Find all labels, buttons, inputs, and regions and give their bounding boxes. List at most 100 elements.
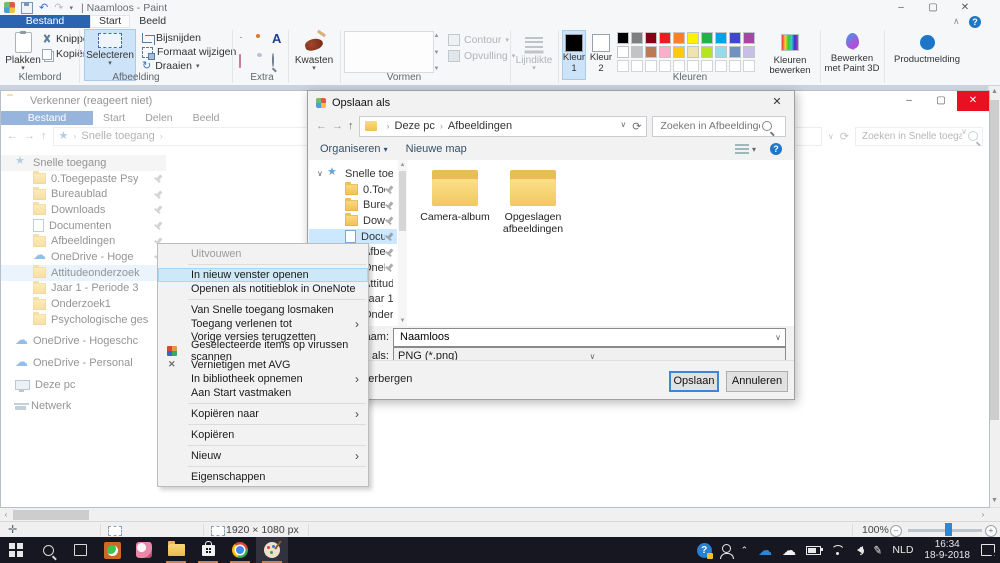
palette-color[interactable] bbox=[673, 60, 685, 72]
palette-color[interactable] bbox=[645, 60, 657, 72]
context-menu-item[interactable]: Openen als notitieblok in OneNote bbox=[158, 282, 368, 296]
palette-color[interactable] bbox=[743, 60, 755, 72]
people-tray-icon[interactable] bbox=[717, 537, 736, 563]
address-dropdown-icon[interactable]: ∨ bbox=[620, 120, 626, 133]
paint-tab-bestand[interactable]: Bestand bbox=[0, 15, 90, 28]
expander-icon[interactable]: ∨ bbox=[317, 169, 327, 178]
undo-icon[interactable]: ↶ bbox=[39, 3, 48, 13]
context-menu-item[interactable] bbox=[188, 445, 366, 446]
start-button[interactable] bbox=[0, 537, 32, 563]
shape-item[interactable] bbox=[347, 58, 358, 70]
rotate-button[interactable]: ↻ Draaien ▾ bbox=[142, 60, 200, 72]
context-menu-item[interactable]: Vernietigen met AVG bbox=[158, 358, 368, 372]
shape-item[interactable] bbox=[358, 33, 369, 45]
scroll-down-arrow[interactable]: ▼ bbox=[989, 495, 1000, 507]
line-width-button[interactable]: Lijndikte ▾ bbox=[514, 29, 554, 81]
palette-color[interactable] bbox=[631, 60, 643, 72]
scroll-right-arrow[interactable]: › bbox=[977, 508, 989, 521]
scroll-up-arrow[interactable]: ▲ bbox=[989, 86, 1000, 98]
palette-color[interactable] bbox=[673, 46, 685, 58]
tree-scrollbar[interactable]: ▲ ▼ bbox=[398, 160, 407, 326]
brushes-button[interactable]: Kwasten ▾ bbox=[292, 29, 336, 81]
palette-color[interactable] bbox=[687, 60, 699, 72]
zoom-in-button[interactable]: + bbox=[985, 525, 997, 537]
shape-item[interactable] bbox=[347, 45, 358, 57]
shape-item[interactable] bbox=[413, 58, 424, 70]
zoom-slider-thumb[interactable] bbox=[945, 523, 952, 536]
new-folder-button[interactable]: Nieuwe map bbox=[406, 143, 467, 155]
palette-color[interactable] bbox=[701, 60, 713, 72]
shape-item[interactable] bbox=[413, 45, 424, 57]
breadcrumb-afbeeldingen[interactable]: Afbeeldingen bbox=[448, 120, 512, 132]
palette-color[interactable] bbox=[631, 46, 643, 58]
tree-scroll-down[interactable]: ▼ bbox=[398, 316, 407, 326]
shape-item[interactable] bbox=[413, 33, 424, 45]
cloud-tray-icon[interactable]: ☁ bbox=[777, 537, 801, 563]
context-menu-item[interactable]: Kopiëren naar bbox=[158, 407, 368, 421]
paint-minimize-button[interactable]: – bbox=[886, 0, 916, 15]
palette-color[interactable] bbox=[645, 32, 657, 44]
explorer-maximize-button[interactable]: ▢ bbox=[925, 91, 957, 111]
context-menu-item[interactable]: Toegang verlenen tot bbox=[158, 317, 368, 331]
shape-item[interactable] bbox=[402, 58, 413, 70]
context-menu-item[interactable] bbox=[188, 264, 366, 265]
forward-icon[interactable]: → bbox=[332, 120, 343, 132]
palette-color[interactable] bbox=[673, 32, 685, 44]
palette-color[interactable] bbox=[715, 46, 727, 58]
palette-color[interactable] bbox=[715, 60, 727, 72]
paint-close-button[interactable]: ✕ bbox=[950, 0, 980, 15]
tree-item[interactable]: ∨ 0.Toegepaste bbox=[309, 182, 397, 198]
palette-color[interactable] bbox=[743, 32, 755, 44]
palette-color[interactable] bbox=[743, 46, 755, 58]
save-button[interactable]: Opslaan bbox=[669, 371, 719, 392]
palette-color[interactable] bbox=[715, 32, 727, 44]
palette-color[interactable] bbox=[729, 32, 741, 44]
palette-color[interactable] bbox=[659, 60, 671, 72]
vertical-scroll-thumb[interactable] bbox=[990, 100, 999, 420]
refresh-icon[interactable]: ⟳ bbox=[632, 120, 641, 133]
product-alert-button[interactable]: Productmelding bbox=[888, 30, 966, 65]
shape-item[interactable] bbox=[369, 33, 380, 45]
context-menu-item[interactable]: In bibliotheek opnemen bbox=[158, 372, 368, 386]
tree-item[interactable]: ∨ Bureaublad bbox=[309, 197, 397, 213]
palette-color[interactable] bbox=[729, 60, 741, 72]
shape-item[interactable] bbox=[369, 58, 380, 70]
taskbar-paint[interactable] bbox=[256, 537, 288, 563]
taskbar-app[interactable] bbox=[128, 537, 160, 563]
language-indicator[interactable]: NLD bbox=[887, 537, 918, 563]
crop-button[interactable]: Bijsnijden bbox=[142, 32, 201, 44]
folder-item[interactable]: Camera-album bbox=[419, 170, 491, 326]
context-menu-item[interactable]: Uitvouwen bbox=[158, 247, 368, 261]
magnifier-tool[interactable] bbox=[272, 54, 274, 66]
taskbar-chrome[interactable] bbox=[224, 537, 256, 563]
context-menu-item[interactable]: Aan Start vastmaken bbox=[158, 386, 368, 400]
action-center-icon[interactable] bbox=[976, 537, 1000, 563]
views-button[interactable]: ▾ bbox=[735, 144, 756, 154]
shape-item[interactable] bbox=[347, 33, 358, 45]
resize-button[interactable]: Formaat wijzigen bbox=[142, 46, 236, 58]
color1-button[interactable]: Kleur1 bbox=[562, 30, 586, 80]
onedrive-tray-icon[interactable]: ☁ bbox=[753, 537, 777, 563]
dialog-close-button[interactable]: ✕ bbox=[760, 91, 794, 114]
palette-color[interactable] bbox=[687, 46, 699, 58]
paint-horizontal-scrollbar[interactable]: ‹ › bbox=[0, 507, 1000, 522]
shape-item[interactable] bbox=[402, 33, 413, 45]
palette-color[interactable] bbox=[617, 32, 629, 44]
ribbon-help-icon[interactable]: ? bbox=[969, 16, 981, 28]
filename-input[interactable] bbox=[398, 330, 775, 344]
ribbon-collapse-icon[interactable]: ∧ bbox=[953, 16, 960, 27]
scroll-left-arrow[interactable]: ‹ bbox=[0, 508, 12, 521]
tree-scroll-thumb[interactable] bbox=[399, 171, 406, 231]
taskbar-search-button[interactable] bbox=[32, 537, 64, 563]
context-menu-item[interactable]: Geselecteerde items op virussen scannen bbox=[158, 344, 368, 358]
question-badge-tray-icon[interactable]: ? bbox=[692, 537, 717, 563]
shape-item[interactable] bbox=[391, 45, 402, 57]
shape-item[interactable] bbox=[391, 33, 402, 45]
clock[interactable]: 16:34 18-9-2018 bbox=[918, 537, 976, 563]
help-icon[interactable]: ? bbox=[770, 143, 782, 155]
context-menu-item[interactable]: In nieuw venster openen bbox=[158, 268, 368, 282]
context-menu-item[interactable]: Kopiëren bbox=[158, 428, 368, 442]
paint-tab-beeld[interactable]: Beeld bbox=[130, 15, 175, 28]
context-menu-item[interactable] bbox=[188, 403, 366, 404]
pen-tray-icon[interactable]: ✎ bbox=[868, 537, 887, 563]
